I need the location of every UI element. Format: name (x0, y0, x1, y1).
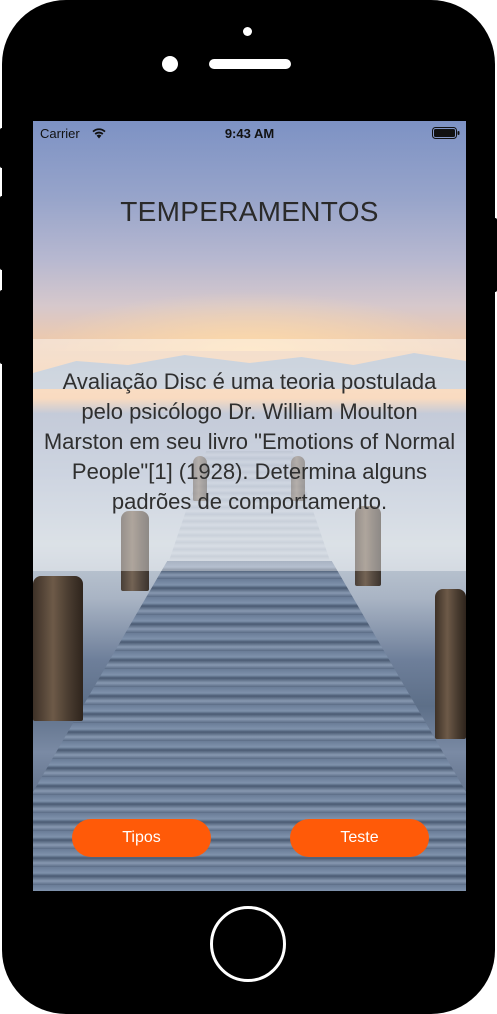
battery-icon (432, 127, 460, 139)
teste-button[interactable]: Teste (290, 819, 429, 857)
description-panel: Avaliação Disc é uma teoria postulada pe… (33, 339, 466, 571)
app-screen: Carrier 9:43 AM TEMPERAMENTOS Avaliação … (33, 121, 466, 891)
power-button (489, 218, 497, 292)
home-button[interactable] (210, 906, 286, 982)
proximity-sensor (243, 27, 252, 36)
front-camera (162, 56, 178, 72)
mute-switch (0, 128, 8, 168)
tipos-button[interactable]: Tipos (72, 819, 211, 857)
description-text: Avaliação Disc é uma teoria postulada pe… (43, 369, 456, 514)
status-bar: Carrier 9:43 AM (33, 121, 466, 145)
status-time: 9:43 AM (224, 126, 275, 141)
phone-frame: Carrier 9:43 AM TEMPERAMENTOS Avaliação … (0, 0, 497, 1014)
page-title: TEMPERAMENTOS (120, 196, 379, 227)
pier-post (33, 576, 83, 721)
volume-down-button (0, 290, 8, 364)
volume-up-button (0, 196, 8, 270)
earpiece-speaker (209, 59, 291, 69)
pier-post (435, 589, 466, 739)
